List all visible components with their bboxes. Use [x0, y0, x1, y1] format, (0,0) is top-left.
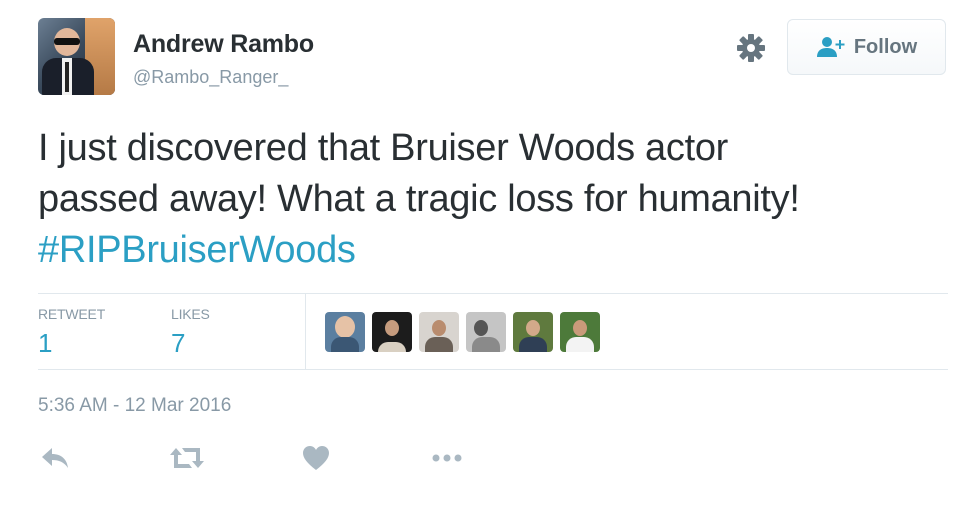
liker-avatar[interactable] [325, 312, 365, 352]
liker-avatar[interactable] [513, 312, 553, 352]
follow-button[interactable]: Follow [787, 19, 946, 75]
tweet-text: I just discovered that Bruiser Woods act… [38, 123, 938, 276]
follow-button-label: Follow [853, 35, 918, 58]
tweet-text-line: passed away! What a tragic loss for huma… [38, 178, 800, 220]
avatar-tie [65, 62, 69, 92]
likes-stat[interactable]: LIKES 7 [171, 306, 210, 359]
avatar[interactable] [38, 18, 115, 95]
person-plus-icon [816, 37, 845, 57]
tweet-timestamp[interactable]: 5:36 AM - 12 Mar 2016 [38, 395, 231, 417]
liker-avatar[interactable] [372, 312, 412, 352]
user-handle[interactable]: @Rambo_Ranger_ [133, 67, 288, 88]
liker-avatar[interactable] [466, 312, 506, 352]
reply-icon[interactable] [40, 445, 70, 471]
tweet-text-line: I just discovered that Bruiser Woods act… [38, 127, 729, 169]
more-icon[interactable] [430, 445, 464, 471]
retweet-count: 1 [38, 328, 53, 358]
divider [38, 369, 948, 370]
user-display-name[interactable]: Andrew Rambo [133, 30, 314, 59]
retweet-icon[interactable] [169, 445, 205, 471]
divider-vertical [305, 294, 306, 369]
gear-icon[interactable] [735, 32, 767, 64]
heart-icon[interactable] [302, 445, 330, 471]
avatar-sunglasses [54, 38, 80, 45]
action-bar [38, 445, 478, 475]
liker-avatar[interactable] [419, 312, 459, 352]
likes-stat-label: LIKES [171, 306, 210, 322]
divider [38, 293, 948, 294]
retweet-stat[interactable]: RETWEET 1 [38, 306, 105, 359]
likers-avatars [325, 312, 600, 352]
liker-avatar[interactable] [560, 312, 600, 352]
tweet-card: Andrew Rambo @Rambo_Ranger_ Follow I jus… [0, 0, 980, 509]
retweet-stat-label: RETWEET [38, 306, 106, 322]
hashtag-link[interactable]: #RIPBruiserWoods [38, 225, 938, 276]
likes-count: 7 [171, 328, 186, 358]
